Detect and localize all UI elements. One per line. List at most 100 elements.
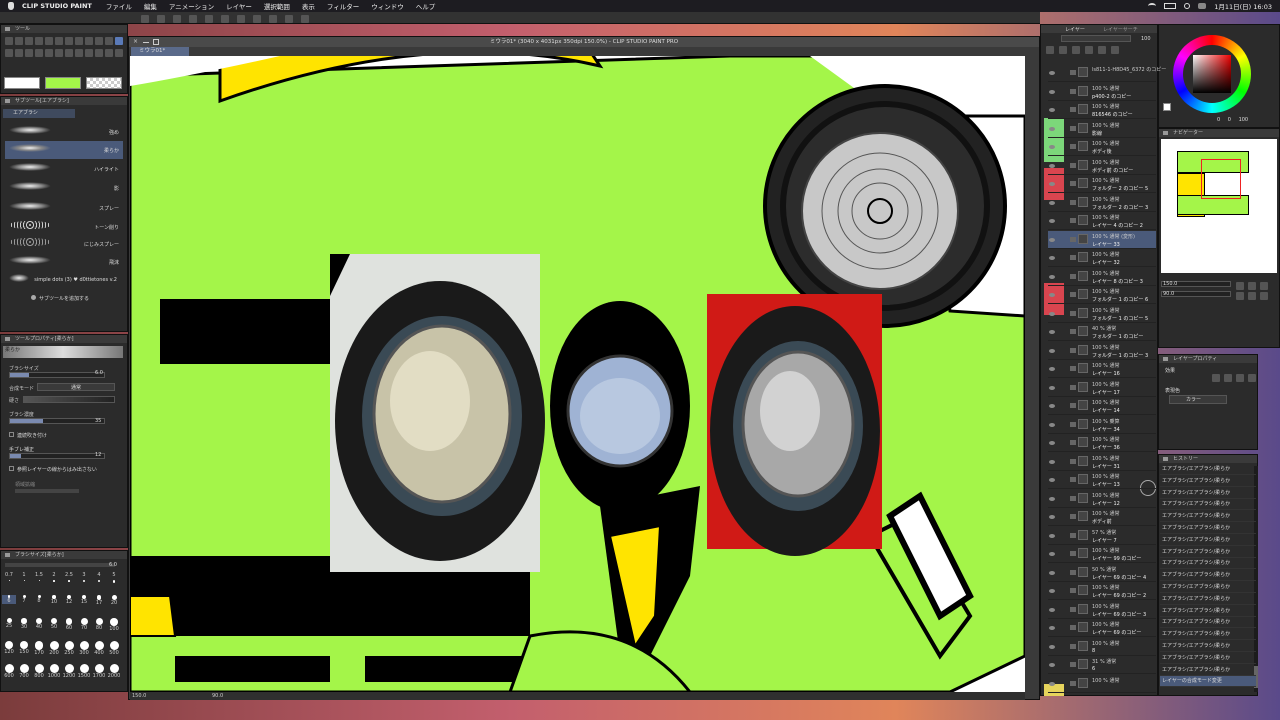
canvas[interactable] bbox=[130, 56, 1025, 692]
folder-toggle-icon[interactable] bbox=[1070, 218, 1076, 223]
visibility-eye-icon[interactable] bbox=[1049, 219, 1055, 223]
layer-row[interactable]: 40 % 通常 フォルダー 1 のコピー bbox=[1048, 323, 1156, 341]
brush-size-preset[interactable]: 8 bbox=[32, 595, 46, 604]
brush-size-preset[interactable]: 10 bbox=[47, 595, 61, 605]
flip-icon[interactable] bbox=[1260, 292, 1268, 300]
navigator-zoom-value[interactable]: 150.0 bbox=[1163, 281, 1177, 287]
visibility-eye-icon[interactable] bbox=[1049, 348, 1055, 353]
layer-row[interactable]: 100 % 通常 レイヤー 17 bbox=[1048, 379, 1156, 397]
layer-row[interactable]: 100 % 通常 816546 のコピー bbox=[1048, 101, 1156, 119]
brush-size-preset[interactable]: 1.5 bbox=[32, 572, 46, 581]
brush-size-value[interactable]: 6.0 bbox=[95, 370, 103, 376]
visibility-eye-icon[interactable] bbox=[1049, 71, 1055, 75]
continuous-checkbox[interactable] bbox=[9, 432, 14, 437]
layer-row[interactable]: 100 % 通常 ボディ後 bbox=[1048, 138, 1156, 156]
folder-toggle-icon[interactable] bbox=[1070, 310, 1076, 316]
history-item[interactable]: レイヤーの合成モード変更 bbox=[1160, 676, 1256, 688]
brush-size-preset[interactable]: 60 bbox=[62, 618, 76, 631]
battery-icon[interactable] bbox=[1164, 3, 1177, 9]
folder-toggle-icon[interactable] bbox=[1070, 588, 1076, 593]
folder-toggle-icon[interactable] bbox=[1070, 477, 1076, 482]
brush-size-preset[interactable]: 250 bbox=[62, 641, 76, 656]
brush-size-preset[interactable]: 200 bbox=[47, 641, 61, 656]
menu-animation[interactable]: アニメーション bbox=[169, 1, 214, 11]
saturation-square[interactable] bbox=[1193, 55, 1231, 93]
visibility-eye-icon[interactable] bbox=[1049, 552, 1055, 556]
brush-size-preset[interactable]: 170 bbox=[32, 641, 46, 656]
lasso-tool-icon[interactable] bbox=[55, 37, 63, 45]
history-item[interactable]: エアブラシ/エアブラシ/柔らか bbox=[1160, 499, 1256, 511]
gradient-tool-icon[interactable] bbox=[45, 49, 53, 57]
brush-size-preset[interactable]: 12 bbox=[62, 595, 76, 605]
folder-toggle-icon[interactable] bbox=[1070, 532, 1076, 538]
folder-toggle-icon[interactable] bbox=[1070, 625, 1076, 630]
brush-strong[interactable]: 強め bbox=[5, 123, 123, 141]
layer-row[interactable]: 100 % 通常 フォルダー 1 のコピー 3 bbox=[1048, 342, 1156, 360]
brush-size-preset[interactable]: 20 bbox=[107, 595, 121, 606]
redo-icon[interactable] bbox=[205, 15, 213, 23]
history-item[interactable]: エアブラシ/エアブラシ/柔らか bbox=[1160, 523, 1256, 534]
visibility-eye-icon[interactable] bbox=[1049, 237, 1055, 242]
history-item[interactable]: エアブラシ/エアブラシ/柔らか bbox=[1160, 488, 1256, 499]
selection-tool-icon[interactable] bbox=[45, 37, 53, 45]
area-scaling-slider[interactable] bbox=[15, 489, 79, 493]
menu-help[interactable]: ヘルプ bbox=[416, 1, 436, 11]
expression-color-select[interactable]: カラー bbox=[1169, 395, 1227, 404]
history-item[interactable]: エアブラシ/エアブラシ/柔らか bbox=[1160, 476, 1256, 487]
brush-highlight[interactable]: ハイライト bbox=[5, 160, 123, 178]
layer-row[interactable]: 100 % 通常 レイヤー 32 bbox=[1048, 249, 1156, 267]
folder-toggle-icon[interactable] bbox=[1070, 255, 1076, 260]
layer-row[interactable]: 100 % 通常 レイヤー 14 bbox=[1048, 397, 1156, 415]
visibility-eye-icon[interactable] bbox=[1049, 496, 1055, 501]
app-menu[interactable]: CLIP STUDIO PAINT bbox=[22, 2, 92, 10]
blend-tool-icon[interactable] bbox=[25, 49, 33, 57]
transform-icon[interactable] bbox=[237, 15, 245, 23]
layer-row[interactable]: 100 % 通常 bbox=[1048, 675, 1156, 693]
brush-size-preset[interactable]: 7 bbox=[17, 595, 31, 604]
color-value-2[interactable]: 0 bbox=[1228, 117, 1231, 123]
decoration-tool-icon[interactable] bbox=[5, 49, 13, 57]
history-item[interactable]: エアブラシ/エアブラシ/柔らか bbox=[1160, 535, 1256, 546]
reference-icon[interactable] bbox=[1059, 46, 1067, 54]
operation-tool-icon[interactable] bbox=[25, 37, 33, 45]
menu-selection[interactable]: 選択範囲 bbox=[264, 1, 290, 11]
brush-size-preset[interactable]: 25 bbox=[2, 618, 16, 629]
transparent-color-swatch[interactable] bbox=[86, 77, 122, 89]
brush-size-preset[interactable]: 15 bbox=[77, 595, 91, 605]
visibility-eye-icon[interactable] bbox=[1049, 533, 1055, 538]
color-value-1[interactable]: 0 bbox=[1217, 117, 1220, 123]
open-icon[interactable] bbox=[157, 15, 165, 23]
folder-toggle-icon[interactable] bbox=[1070, 181, 1076, 186]
folder-toggle-icon[interactable] bbox=[1070, 292, 1076, 297]
zoom-in-icon[interactable] bbox=[1236, 282, 1244, 290]
brush-size-preset[interactable]: 4 bbox=[92, 572, 106, 582]
visibility-eye-icon[interactable] bbox=[1049, 367, 1055, 371]
layer-row[interactable]: 100 % 通常 p400-2 のコピー bbox=[1048, 83, 1156, 101]
visibility-eye-icon[interactable] bbox=[1049, 459, 1055, 464]
visibility-eye-icon[interactable] bbox=[1049, 163, 1055, 168]
layer-row[interactable]: 100 % 通常 レイヤー 69 のコピー bbox=[1048, 619, 1156, 637]
blend-mode-select[interactable]: 通常 bbox=[37, 383, 115, 391]
search-icon[interactable] bbox=[1184, 3, 1191, 9]
subtool-tab[interactable]: エアブラシ bbox=[3, 109, 75, 118]
history-item[interactable]: エアブラシ/エアブラシ/柔らか bbox=[1160, 629, 1256, 641]
layer-row[interactable]: 100 % 通常 レイヤー 8 のコピー 3 bbox=[1048, 268, 1156, 286]
visibility-eye-icon[interactable] bbox=[1049, 182, 1055, 186]
sub-color-swatch[interactable] bbox=[45, 77, 81, 89]
layer-row[interactable]: 100 % 通常 レイヤー 99 のコピー bbox=[1048, 545, 1156, 563]
folder-toggle-icon[interactable] bbox=[1070, 643, 1076, 649]
layer-row[interactable]: 100 % 通常 フォルダー 1 のコピー 6 bbox=[1048, 286, 1156, 304]
layer-row[interactable]: ls811-1-H8D45_6372 のコピー bbox=[1048, 64, 1166, 82]
folder-toggle-icon[interactable] bbox=[1070, 495, 1076, 501]
brush-size-preset[interactable]: 1500 bbox=[77, 664, 91, 679]
brush-size-preset[interactable]: 1200 bbox=[62, 664, 76, 679]
canvas-tab[interactable]: ミウラ01* bbox=[131, 47, 189, 56]
ruler-icon[interactable] bbox=[1111, 46, 1119, 54]
visibility-eye-icon[interactable] bbox=[1049, 681, 1055, 686]
density-value[interactable]: 35 bbox=[95, 418, 101, 424]
draft-icon[interactable] bbox=[1072, 46, 1080, 54]
figure-tool-icon[interactable] bbox=[55, 49, 63, 57]
visibility-eye-icon[interactable] bbox=[1049, 570, 1055, 575]
layer-row[interactable]: 100 % 通常 レイヤー 4 のコピー 2 bbox=[1048, 212, 1156, 230]
preview-viewport[interactable] bbox=[1201, 159, 1241, 199]
